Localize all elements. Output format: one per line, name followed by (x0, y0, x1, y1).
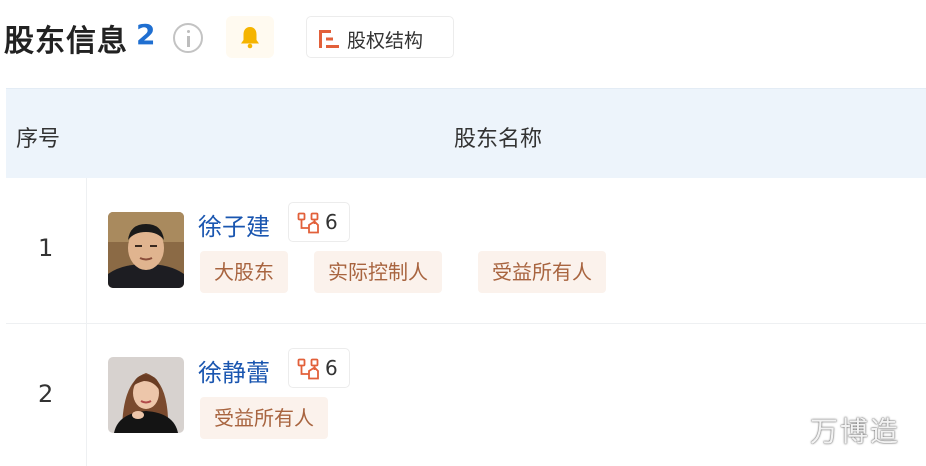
table-row: 1 徐子建 6 大股东 实际控制人 受益所有人 (6, 178, 926, 324)
equity-structure-button[interactable]: 股权结构 (306, 16, 454, 58)
info-icon[interactable] (173, 23, 203, 53)
tag-beneficial-owner: 受益所有人 (200, 397, 328, 439)
shareholder-count: 2 (136, 18, 156, 51)
shareholder-name-link[interactable]: 徐静蕾 (198, 353, 270, 388)
table-row: 2 徐静蕾 6 受益所有人 (6, 324, 926, 466)
table-header: 序号 股东名称 (6, 88, 926, 178)
row-index: 1 (38, 234, 54, 262)
equity-structure-icon (319, 30, 339, 48)
watermark: 万博造 (810, 415, 901, 448)
tag-beneficial-owner: 受益所有人 (478, 251, 606, 293)
relation-graph-icon (297, 212, 319, 234)
relation-count: 6 (325, 210, 338, 234)
equity-structure-label: 股权结构 (347, 30, 424, 52)
section-title: 股东信息 (4, 24, 128, 59)
section-header: 股东信息 2 股权结构 (0, 0, 926, 88)
column-header-name: 股东名称 (454, 127, 543, 152)
follow-bell-button[interactable] (226, 16, 274, 58)
shareholder-name-link[interactable]: 徐子建 (198, 207, 270, 242)
avatar[interactable] (108, 212, 184, 288)
avatar[interactable] (108, 357, 184, 433)
tag-major-shareholder: 大股东 (200, 251, 288, 293)
tag-actual-controller: 实际控制人 (314, 251, 442, 293)
relation-graph-icon (297, 358, 319, 380)
row-index: 2 (38, 380, 54, 408)
relation-count: 6 (325, 356, 338, 380)
relation-graph-button[interactable]: 6 (288, 202, 350, 242)
relation-graph-button[interactable]: 6 (288, 348, 350, 388)
bell-icon (241, 27, 259, 49)
column-header-index: 序号 (16, 127, 61, 152)
column-divider (86, 178, 87, 323)
column-divider (86, 324, 87, 466)
